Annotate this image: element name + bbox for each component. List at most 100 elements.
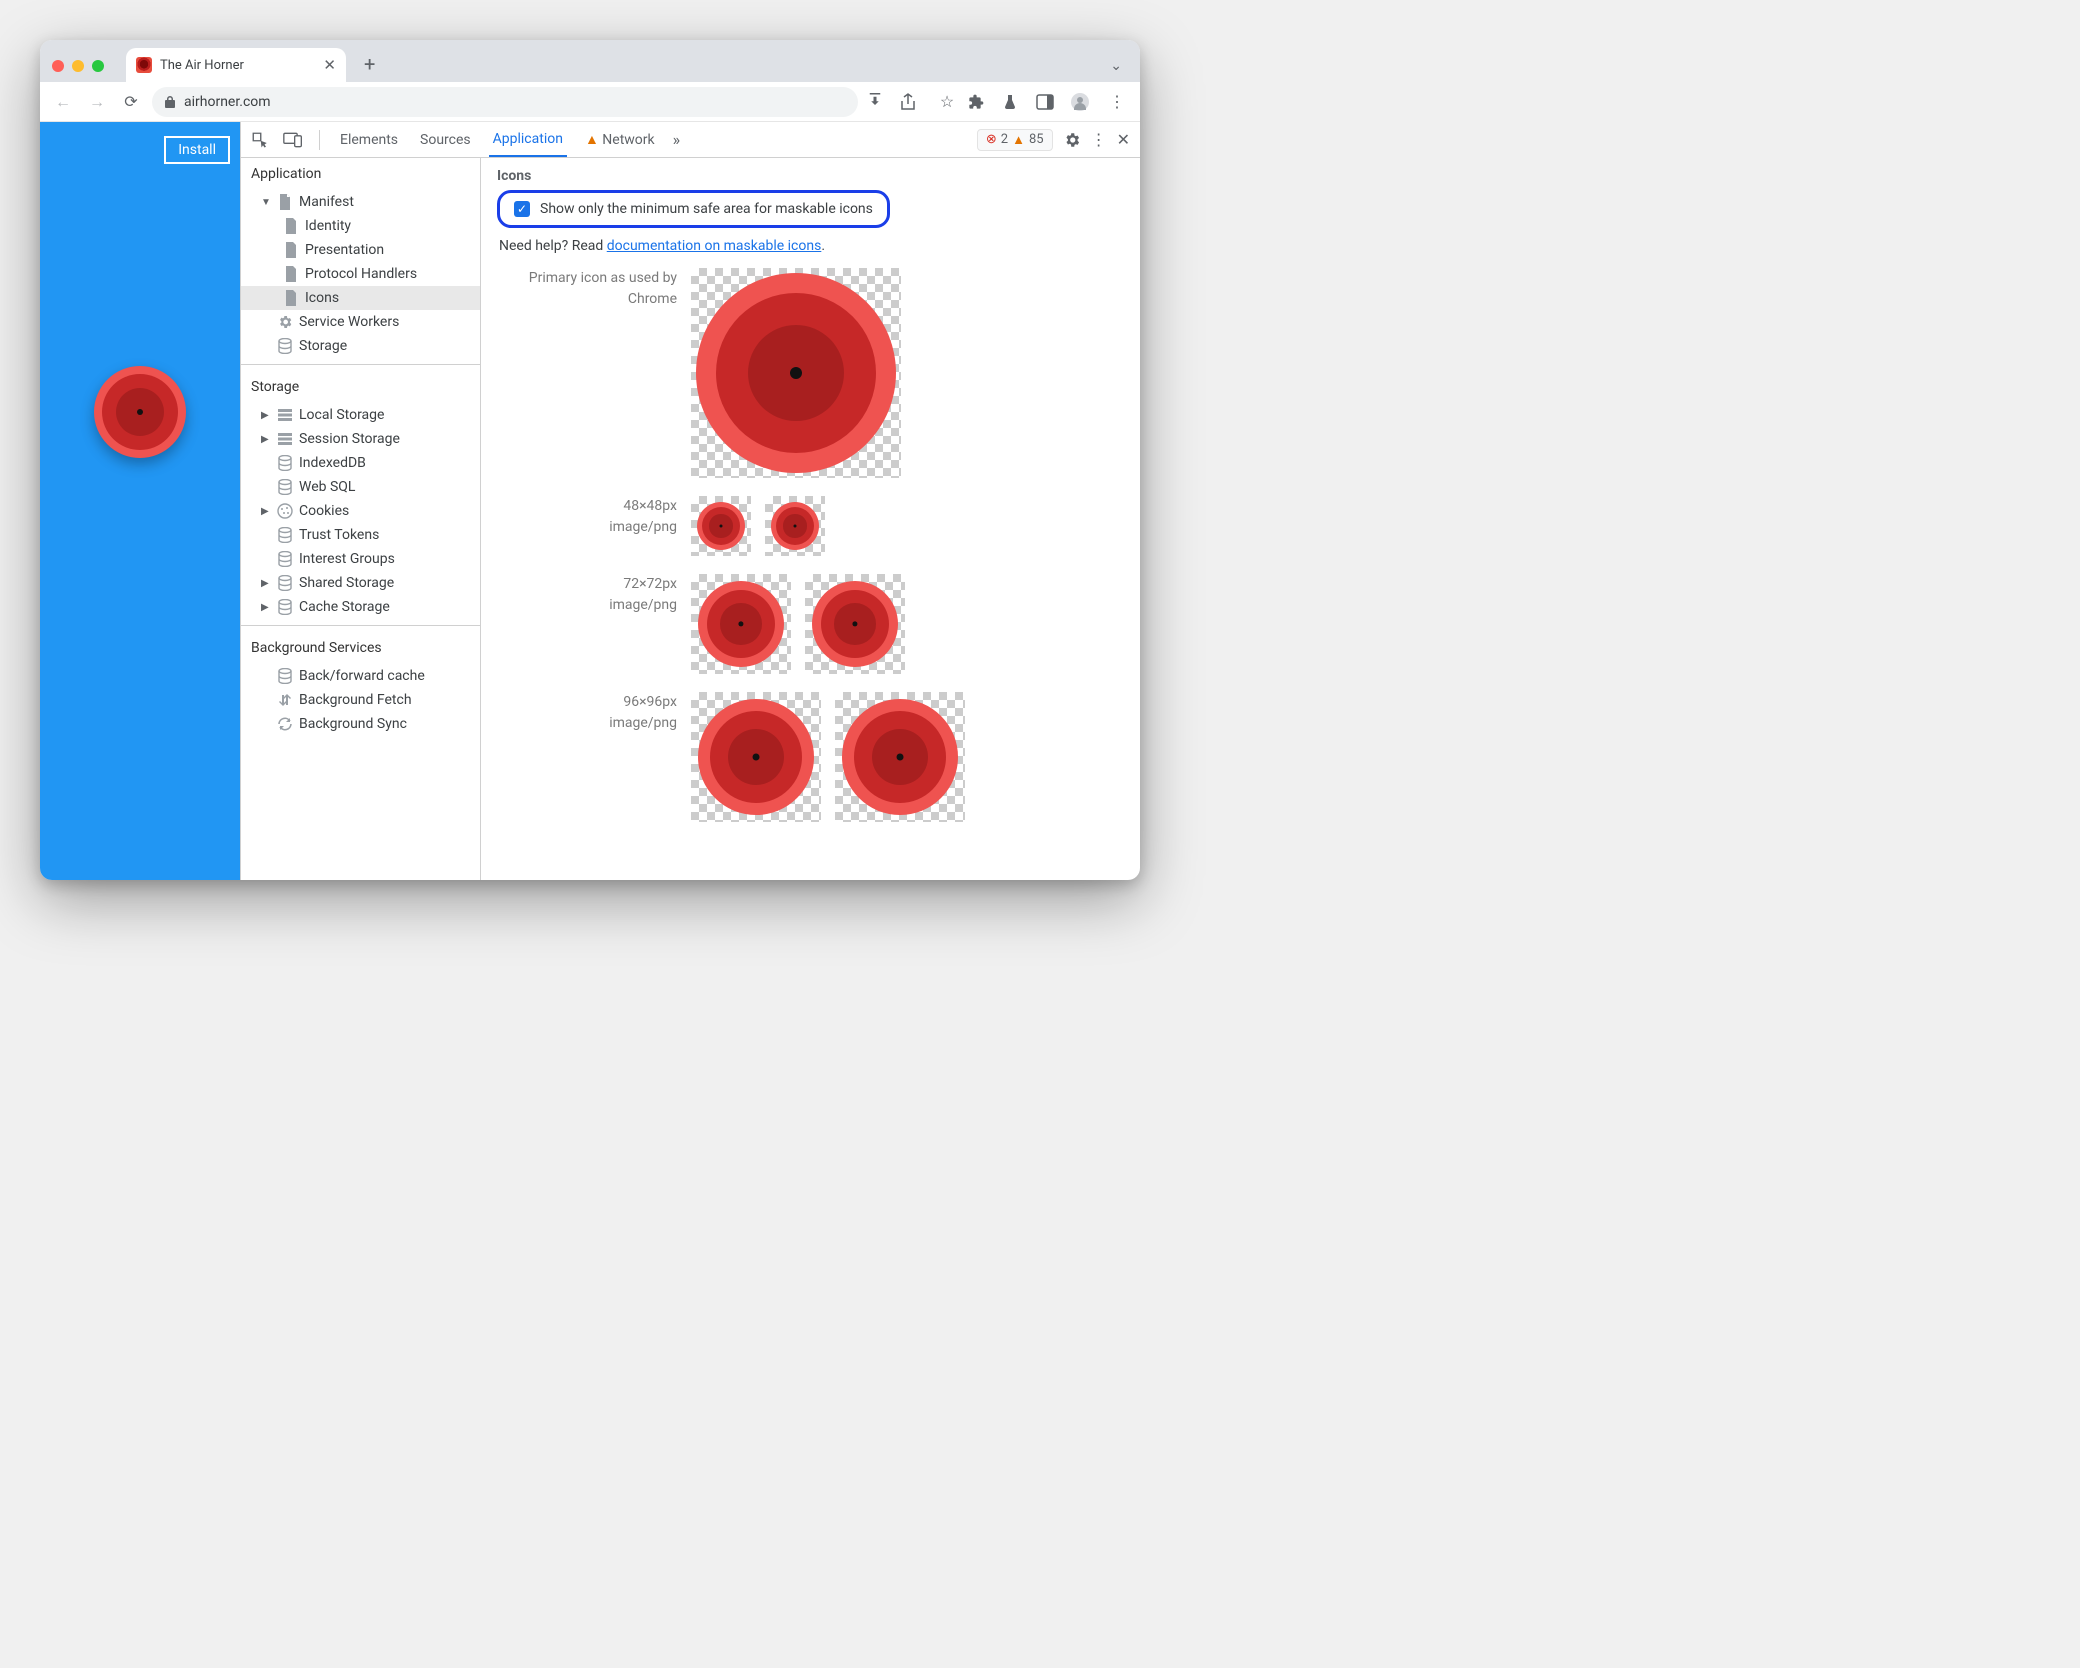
- install-button[interactable]: Install: [164, 136, 230, 164]
- extensions-icon[interactable]: [968, 94, 994, 110]
- icon-preview: [691, 268, 901, 478]
- more-tabs-icon[interactable]: »: [673, 130, 681, 149]
- sidebar-item-protocol-handlers[interactable]: Protocol Handlers: [241, 262, 480, 286]
- icon-preview: [691, 692, 821, 822]
- sidebar-item-cookies[interactable]: ▶Cookies: [241, 499, 480, 523]
- sidebar-item-local-storage[interactable]: ▶Local Storage: [241, 403, 480, 427]
- tabs-dropdown-button[interactable]: ⌄: [1110, 58, 1122, 82]
- panel-heading: Icons: [497, 168, 1124, 184]
- separator: [319, 130, 320, 150]
- content-area: Install Elements Sources Application: [40, 122, 1140, 880]
- window-controls: [52, 60, 118, 82]
- forward-button[interactable]: →: [84, 89, 110, 115]
- maskable-safe-area-option[interactable]: ✓ Show only the minimum safe area for ma…: [497, 190, 890, 228]
- sidebar-item-bf-cache[interactable]: Back/forward cache: [241, 664, 480, 688]
- icon-preview: [765, 496, 825, 556]
- sidebar-item-session-storage[interactable]: ▶Session Storage: [241, 427, 480, 451]
- error-icon: ⊗: [986, 132, 997, 147]
- sidebar-item-manifest[interactable]: ▼ Manifest: [241, 190, 480, 214]
- sidebar-item-bg-sync[interactable]: Background Sync: [241, 712, 480, 736]
- tab-strip: The Air Horner ✕ + ⌄: [40, 40, 1140, 82]
- devtools-tab-bar: Elements Sources Application ▲ Network »…: [241, 122, 1140, 158]
- airhorn-button[interactable]: [94, 366, 186, 458]
- install-pwa-icon[interactable]: [866, 93, 892, 111]
- icon-preview: [691, 574, 791, 674]
- side-panel-icon[interactable]: [1036, 94, 1062, 110]
- devtools-panel: Elements Sources Application ▲ Network »…: [240, 122, 1140, 880]
- checkbox-label: Show only the minimum safe area for mask…: [540, 201, 873, 217]
- sidebar-item-identity[interactable]: Identity: [241, 214, 480, 238]
- icon-row-primary: Primary icon as used by Chrome: [497, 268, 1124, 478]
- table-icon: [277, 431, 293, 447]
- sidebar-item-shared-storage[interactable]: ▶Shared Storage: [241, 571, 480, 595]
- close-devtools-button[interactable]: ✕: [1117, 130, 1130, 149]
- sidebar-item-trust-tokens[interactable]: Trust Tokens: [241, 523, 480, 547]
- icon-row-72: 72×72px image/png: [497, 574, 1124, 674]
- checkbox-checked-icon[interactable]: ✓: [514, 201, 530, 217]
- kebab-menu-icon[interactable]: ⋮: [1091, 130, 1107, 149]
- sidebar-item-icons[interactable]: Icons: [241, 286, 480, 310]
- inspect-icon[interactable]: [251, 131, 269, 149]
- settings-icon[interactable]: [1063, 131, 1081, 149]
- sidebar-item-storage[interactable]: Storage: [241, 334, 480, 358]
- maximize-window-button[interactable]: [92, 60, 104, 72]
- database-icon: [277, 338, 293, 354]
- cookie-icon: [277, 503, 293, 519]
- section-storage-title: Storage: [241, 371, 480, 403]
- close-tab-button[interactable]: ✕: [323, 56, 336, 74]
- icon-row-48: 48×48px image/png: [497, 496, 1124, 556]
- database-icon: [277, 527, 293, 543]
- table-icon: [277, 407, 293, 423]
- device-toggle-icon[interactable]: [283, 132, 303, 148]
- tab-sources[interactable]: Sources: [416, 124, 475, 156]
- database-icon: [277, 455, 293, 471]
- icon-preview: [835, 692, 965, 822]
- browser-toolbar: ← → ⟳ airhorner.com ☆ ⋮: [40, 82, 1140, 122]
- maskable-docs-link[interactable]: documentation on maskable icons: [607, 238, 822, 254]
- tab-title: The Air Horner: [160, 58, 244, 73]
- tab-elements[interactable]: Elements: [336, 124, 402, 156]
- icon-preview: [805, 574, 905, 674]
- menu-icon[interactable]: ⋮: [1104, 92, 1130, 111]
- back-button[interactable]: ←: [50, 89, 76, 115]
- document-icon: [283, 290, 299, 306]
- browser-window: The Air Horner ✕ + ⌄ ← → ⟳ airhorner.com…: [40, 40, 1140, 880]
- share-icon[interactable]: [900, 93, 926, 111]
- document-icon: [277, 194, 293, 210]
- bookmark-icon[interactable]: ☆: [934, 92, 960, 111]
- url-text: airhorner.com: [184, 94, 271, 110]
- address-bar[interactable]: airhorner.com: [152, 87, 858, 117]
- section-application-title: Application: [241, 158, 480, 190]
- sidebar-item-interest-groups[interactable]: Interest Groups: [241, 547, 480, 571]
- sidebar-item-bg-fetch[interactable]: Background Fetch: [241, 688, 480, 712]
- gear-icon: [277, 314, 293, 330]
- profile-icon[interactable]: [1070, 92, 1096, 112]
- tab-application[interactable]: Application: [489, 123, 567, 157]
- sidebar-item-service-workers[interactable]: Service Workers: [241, 310, 480, 334]
- database-icon: [277, 551, 293, 567]
- close-window-button[interactable]: [52, 60, 64, 72]
- document-icon: [283, 266, 299, 282]
- icons-panel: Icons ✓ Show only the minimum safe area …: [481, 158, 1140, 880]
- favicon-icon: [136, 57, 152, 73]
- swap-icon: [277, 692, 293, 708]
- labs-icon[interactable]: [1002, 93, 1028, 111]
- sidebar-item-cache-storage[interactable]: ▶Cache Storage: [241, 595, 480, 619]
- sidebar-item-presentation[interactable]: Presentation: [241, 238, 480, 262]
- icon-row-96: 96×96px image/png: [497, 692, 1124, 822]
- page-viewport: Install: [40, 122, 240, 880]
- browser-tab[interactable]: The Air Horner ✕: [126, 48, 346, 82]
- new-tab-button[interactable]: +: [354, 52, 385, 82]
- section-background-services-title: Background Services: [241, 632, 480, 664]
- icon-preview: [691, 496, 751, 556]
- error-warning-badge[interactable]: ⊗2 ▲85: [977, 129, 1053, 151]
- help-text: Need help? Read documentation on maskabl…: [499, 238, 1122, 254]
- minimize-window-button[interactable]: [72, 60, 84, 72]
- sidebar-item-websql[interactable]: Web SQL: [241, 475, 480, 499]
- reload-button[interactable]: ⟳: [118, 89, 144, 115]
- tab-network[interactable]: ▲ Network: [581, 123, 659, 156]
- document-icon: [283, 242, 299, 258]
- warn-icon: ▲: [1012, 132, 1025, 148]
- sidebar-item-indexeddb[interactable]: IndexedDB: [241, 451, 480, 475]
- sync-icon: [277, 716, 293, 732]
